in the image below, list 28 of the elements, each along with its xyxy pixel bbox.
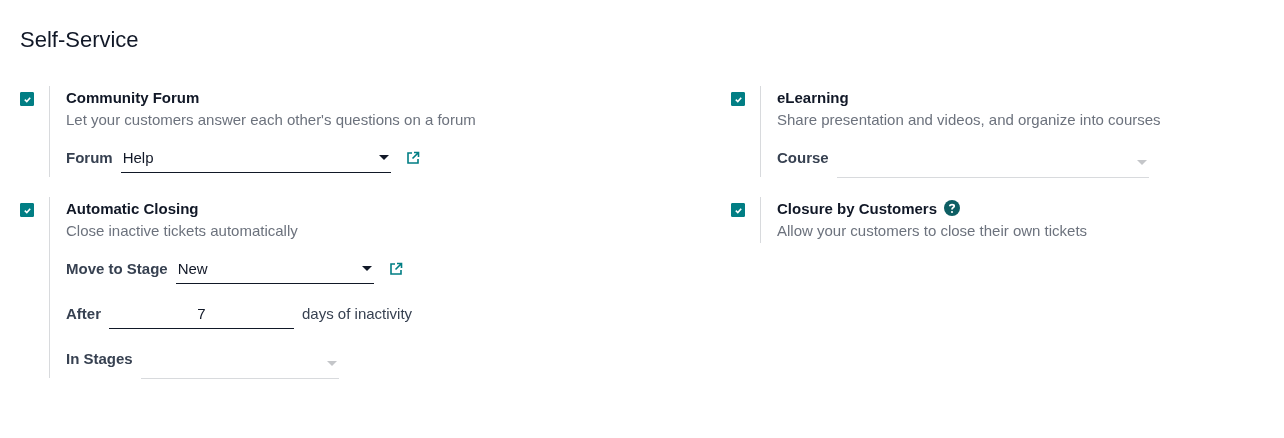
checkbox[interactable] [731,203,745,217]
checkbox[interactable] [20,203,34,217]
field-label: In Stages [66,350,133,367]
select-field[interactable]: New [175,253,374,284]
help-icon[interactable] [944,200,961,216]
setting-description: Allow your customers to close their own tickets [777,222,1088,239]
field-label: Move to Stage [66,260,168,277]
setting-title: Automatic Closing [66,199,199,217]
setting-title: eLearning [777,88,849,106]
field-label: After [66,305,101,322]
field-suffix: days of inactivity [302,305,413,322]
check-icon [22,205,32,215]
external-link-icon[interactable] [404,149,421,166]
check-icon [733,205,743,215]
field-label: Course [777,149,829,166]
check-icon [733,94,743,104]
checkbox[interactable] [20,92,34,106]
setting-description: Share presentation and videos, and organize into courses [777,111,1161,128]
select-field[interactable]: Help [120,142,391,173]
checkbox[interactable] [731,92,745,106]
field-label: Forum [66,149,113,166]
setting-title: Community Forum [66,88,200,106]
setting-title: Closure by Customers [777,199,938,217]
section-title: Self-Service [20,26,140,54]
setting-description: Close inactive tickets automatically [66,222,299,239]
external-link-icon[interactable] [387,260,404,277]
setting-description: Let your customers answer each other's questions on a forum [66,111,476,128]
check-icon [22,94,32,104]
